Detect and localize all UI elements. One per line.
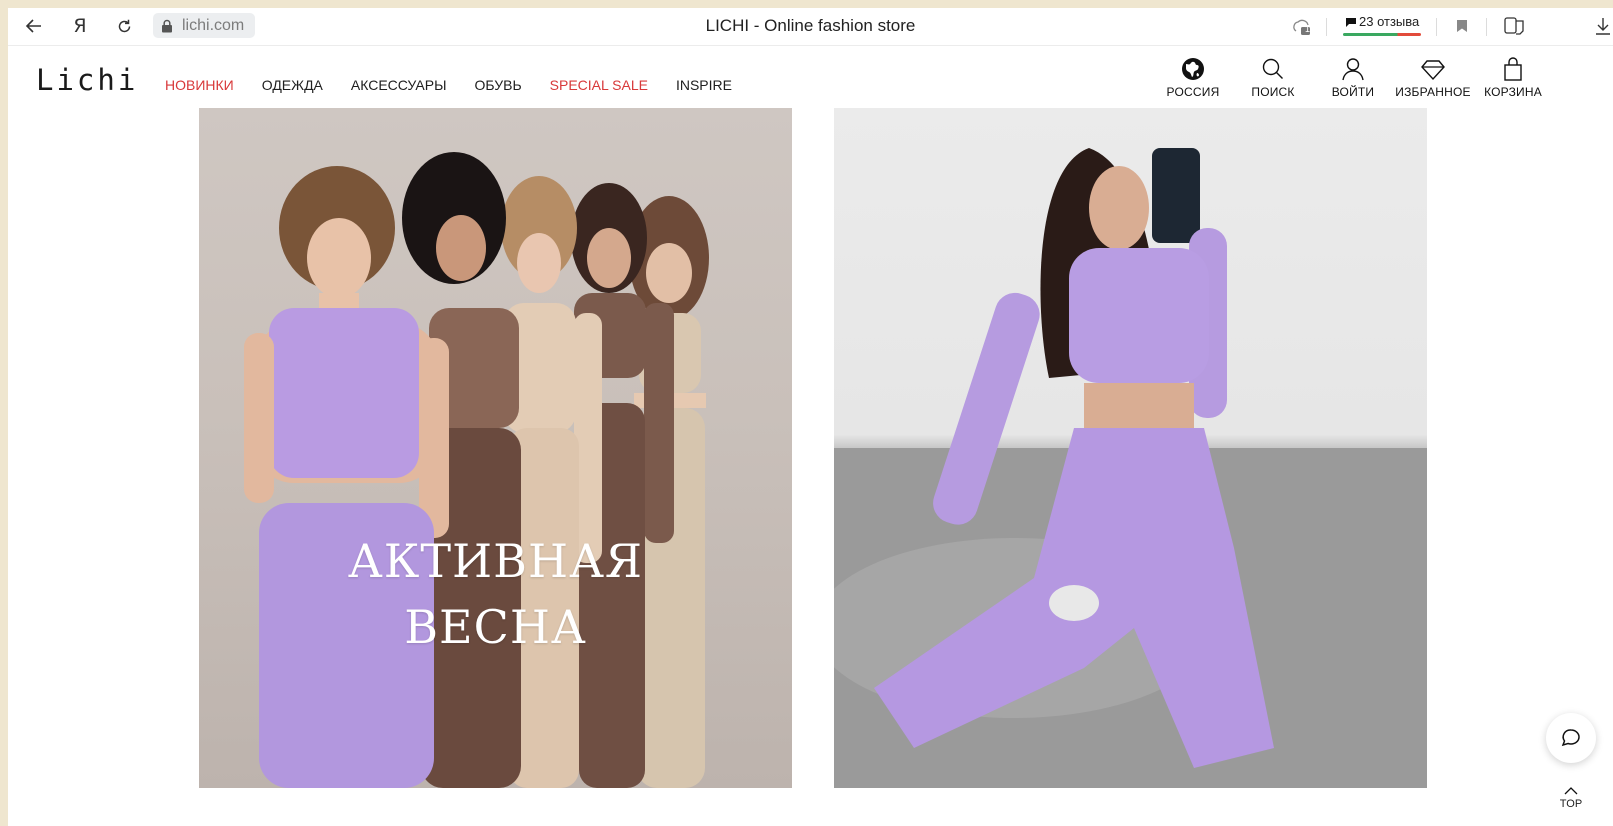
chat-button[interactable] [1546,713,1596,763]
models-group-photo [244,152,709,788]
header-actions: РОССИЯ ПОИСК ВОЙТИ ИЗБРАННОЕ КОРЗИНА [1153,56,1553,99]
region-button[interactable]: РОССИЯ [1153,56,1233,99]
scroll-top-label: TOP [1559,798,1583,810]
search-button[interactable]: ПОИСК [1233,56,1313,99]
globe-icon [1182,58,1204,80]
reload-icon[interactable] [112,14,136,38]
region-label: РОССИЯ [1166,85,1220,99]
browser-window: Я lichi.com LICHI - Online fashion store… [8,8,1613,826]
toolbar-divider [1326,18,1327,36]
nav-item-special-sale[interactable]: SPECIAL SALE [550,77,648,93]
nav-item-inspire[interactable]: INSPIRE [676,77,732,93]
toolbar-divider [1486,18,1487,36]
address-bar[interactable]: lichi.com [153,13,255,38]
badge-count: 1 [1305,24,1311,34]
scroll-top-button[interactable]: TOP [1554,786,1588,810]
nav-item-new[interactable]: НОВИНКИ [165,77,234,93]
shopping-bag-icon [1504,57,1522,81]
nav-item-shoes[interactable]: ОБУВЬ [474,77,521,93]
hero-product-photo[interactable] [834,108,1427,788]
bookmark-icon[interactable] [1450,14,1474,38]
diamond-icon [1421,60,1445,81]
yandex-icon[interactable]: Я [68,14,92,38]
main-nav: НОВИНКИ ОДЕЖДА АКСЕССУАРЫ ОБУВЬ SPECIAL … [165,77,760,93]
hero-title-line-2: ВЕСНА [404,600,587,654]
nav-item-clothing[interactable]: ОДЕЖДА [262,77,323,93]
toolbar-divider [1436,18,1437,36]
chat-bubble-icon [1561,729,1580,747]
speech-bubble-icon [1346,18,1356,27]
brand-logo[interactable]: Lichi [36,63,138,97]
reviews-widget[interactable]: 23 отзыва [1343,12,1423,38]
favorites-button[interactable]: ИЗБРАННОЕ [1393,56,1473,99]
download-icon[interactable] [1594,14,1612,38]
login-button[interactable]: ВОЙТИ [1313,56,1393,99]
cart-button[interactable]: КОРЗИНА [1473,56,1553,99]
browser-toolbar: Я lichi.com LICHI - Online fashion store… [8,8,1613,46]
hero-banner-active-spring[interactable]: АКТИВНАЯ ВЕСНА [199,108,792,788]
cart-label: КОРЗИНА [1484,85,1542,99]
extension-badge-icon[interactable]: 1 [1288,14,1314,38]
site-header: Lichi НОВИНКИ ОДЕЖДА АКСЕССУАРЫ ОБУВЬ SP… [8,46,1613,108]
search-label: ПОИСК [1251,85,1295,99]
reviews-count: 23 отзыва [1359,14,1420,29]
back-arrow-icon[interactable] [22,14,46,38]
rating-bar [1343,33,1421,36]
kneeling-model-photo [834,148,1427,788]
chevron-up-icon [1564,787,1578,795]
hero-title: АКТИВНАЯ ВЕСНА [199,528,792,660]
hero-title-line-1: АКТИВНАЯ [347,534,644,588]
login-label: ВОЙТИ [1331,85,1375,99]
collections-icon[interactable] [1502,14,1528,38]
user-icon [1342,58,1364,81]
favorites-label: ИЗБРАННОЕ [1395,85,1471,99]
lock-icon [162,19,172,32]
search-icon [1262,58,1283,79]
url-text: lichi.com [182,16,245,34]
nav-item-accessories[interactable]: АКСЕССУАРЫ [351,77,447,93]
